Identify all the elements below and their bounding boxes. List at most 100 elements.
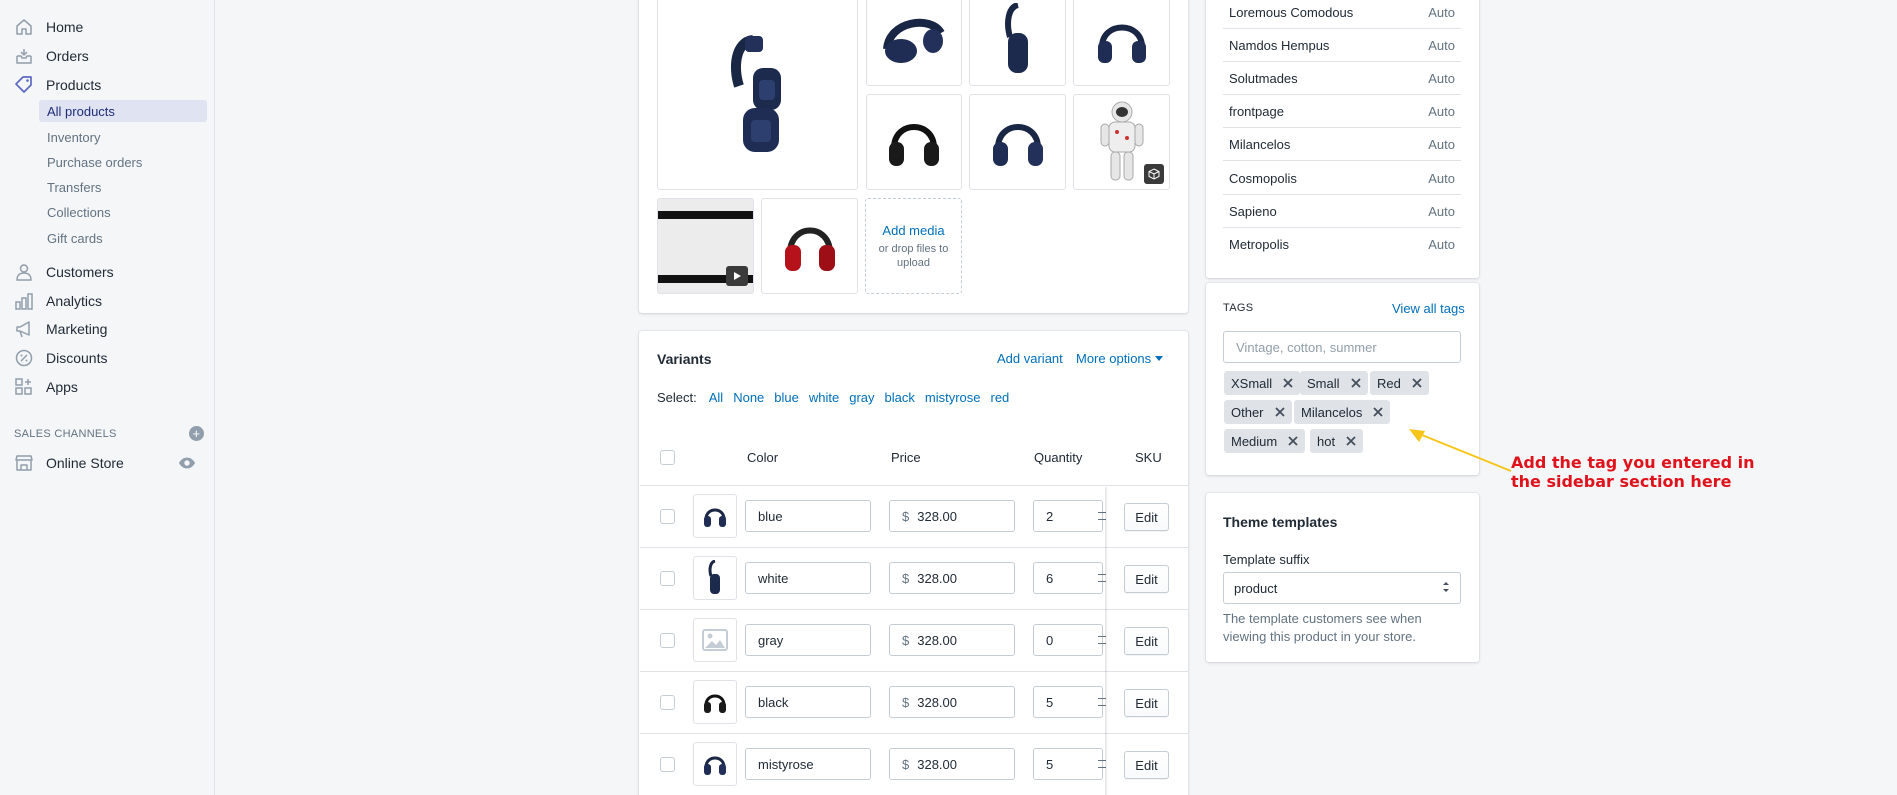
sub-inventory[interactable]: Inventory bbox=[39, 126, 207, 148]
variant-price-field[interactable]: $328.00 bbox=[889, 624, 1015, 656]
variant-quantity-field[interactable]: 5 bbox=[1033, 748, 1103, 780]
variant-quantity-field[interactable]: 0 bbox=[1033, 624, 1103, 656]
variant-price-field[interactable]: $328.00 bbox=[889, 562, 1015, 594]
variant-quantity-value: 5 bbox=[1046, 756, 1054, 772]
row-checkbox[interactable] bbox=[660, 633, 675, 648]
variant-edit-button[interactable]: Edit bbox=[1124, 627, 1169, 655]
variant-price-field[interactable]: $328.00 bbox=[889, 500, 1015, 532]
variant-quantity-field[interactable]: 2 bbox=[1033, 500, 1103, 532]
add-media-link[interactable]: Add media bbox=[882, 223, 944, 238]
variant-color-field[interactable]: white bbox=[745, 562, 871, 594]
variant-image[interactable] bbox=[693, 556, 737, 600]
media-thumb-4[interactable] bbox=[1073, 0, 1170, 86]
nav-apps[interactable]: Apps bbox=[0, 374, 215, 400]
variant-color-field[interactable]: gray bbox=[745, 624, 871, 656]
remove-tag-icon[interactable] bbox=[1280, 375, 1296, 391]
select-blue[interactable]: blue bbox=[774, 390, 799, 405]
nav-products-label: Products bbox=[46, 77, 102, 93]
variant-edit-button[interactable]: Edit bbox=[1124, 503, 1169, 531]
variant-image[interactable] bbox=[693, 742, 737, 786]
variant-quantity-field[interactable]: 5 bbox=[1033, 686, 1103, 718]
sub-purchase-orders[interactable]: Purchase orders bbox=[39, 151, 207, 173]
eye-icon[interactable] bbox=[178, 454, 196, 475]
add-variant-link[interactable]: Add variant bbox=[997, 351, 1063, 366]
media-thumb-3[interactable] bbox=[969, 0, 1066, 86]
select-all[interactable]: All bbox=[709, 390, 723, 405]
select-all-checkbox[interactable] bbox=[660, 450, 675, 465]
variant-color-value: black bbox=[758, 694, 789, 710]
astronaut-image bbox=[1100, 101, 1143, 181]
remove-tag-icon[interactable] bbox=[1343, 433, 1359, 449]
tag-chip: Medium bbox=[1224, 429, 1306, 453]
nav-home[interactable]: Home bbox=[0, 14, 215, 40]
select-black[interactable]: black bbox=[885, 390, 915, 405]
more-options-button[interactable]: More options bbox=[1076, 351, 1164, 366]
row-checkbox[interactable] bbox=[660, 757, 675, 772]
select-none[interactable]: None bbox=[733, 390, 764, 405]
select-red[interactable]: red bbox=[991, 390, 1010, 405]
collection-mode: Auto bbox=[1428, 203, 1455, 219]
variant-image[interactable] bbox=[693, 494, 737, 538]
sub-collections[interactable]: Collections bbox=[39, 201, 207, 223]
media-3d-model-astronaut[interactable] bbox=[1073, 94, 1170, 190]
sub-all-products[interactable]: All products bbox=[39, 100, 207, 122]
tag-chip: hot bbox=[1310, 429, 1364, 453]
currency-symbol: $ bbox=[902, 694, 910, 710]
tag-label: Medium bbox=[1231, 433, 1278, 449]
variant-price-field[interactable]: $328.00 bbox=[889, 686, 1015, 718]
column-color: Color bbox=[747, 450, 779, 465]
collection-mode: Auto bbox=[1428, 237, 1455, 252]
variant-color-field[interactable]: mistyrose bbox=[745, 748, 871, 780]
variant-edit-button[interactable]: Edit bbox=[1124, 565, 1169, 593]
nav-online-store[interactable]: Online Store bbox=[0, 450, 205, 476]
select-gray[interactable]: gray bbox=[849, 390, 874, 405]
remove-tag-icon[interactable] bbox=[1272, 404, 1288, 420]
media-thumb-2[interactable] bbox=[866, 0, 962, 86]
variant-edit-button[interactable]: Edit bbox=[1124, 751, 1169, 779]
variant-image-placeholder[interactable] bbox=[693, 618, 737, 662]
media-featured-headphones[interactable] bbox=[657, 0, 858, 190]
media-thumb-red[interactable] bbox=[761, 198, 858, 294]
remove-tag-icon[interactable] bbox=[1285, 433, 1301, 449]
sub-gift-cards[interactable]: Gift cards bbox=[39, 227, 207, 249]
variant-price-field[interactable]: $328.00 bbox=[889, 748, 1015, 780]
row-checkbox[interactable] bbox=[660, 571, 675, 586]
media-video[interactable] bbox=[657, 198, 754, 294]
add-channel-icon[interactable]: + bbox=[189, 426, 204, 441]
select-white[interactable]: white bbox=[809, 390, 839, 405]
remove-tag-icon[interactable] bbox=[1370, 404, 1386, 420]
nav-discounts[interactable]: Discounts bbox=[0, 345, 215, 371]
media-thumb-6[interactable] bbox=[969, 94, 1066, 190]
headphones-image bbox=[730, 35, 781, 152]
view-all-tags-link[interactable]: View all tags bbox=[1392, 301, 1465, 316]
nav-products[interactable]: Products bbox=[0, 72, 215, 98]
variant-image[interactable] bbox=[693, 680, 737, 724]
variant-quantity-field[interactable]: 6 bbox=[1033, 562, 1103, 594]
sub-transfers[interactable]: Transfers bbox=[39, 176, 207, 198]
nav-orders[interactable]: Orders bbox=[0, 43, 215, 69]
template-suffix-value: product bbox=[1234, 580, 1278, 596]
row-checkbox[interactable] bbox=[660, 695, 675, 710]
variant-quantity-value: 0 bbox=[1046, 632, 1054, 648]
remove-tag-icon[interactable] bbox=[1409, 375, 1425, 391]
annotation-arrow-icon bbox=[1409, 429, 1512, 472]
variant-edit-button[interactable]: Edit bbox=[1124, 689, 1169, 717]
remove-tag-icon[interactable] bbox=[1348, 375, 1364, 391]
variant-select-row: Select: All None blue white gray black m… bbox=[657, 390, 1009, 405]
variant-quantity-value: 6 bbox=[1046, 570, 1054, 586]
column-price: Price bbox=[891, 450, 921, 465]
tags-input[interactable]: Vintage, cotton, summer bbox=[1223, 331, 1461, 363]
nav-marketing[interactable]: Marketing bbox=[0, 316, 215, 342]
variant-color-field[interactable]: blue bbox=[745, 500, 871, 532]
play-icon bbox=[726, 266, 748, 286]
nav-customers[interactable]: Customers bbox=[0, 259, 215, 285]
template-suffix-select[interactable]: product bbox=[1223, 572, 1461, 604]
media-thumb-5[interactable] bbox=[866, 94, 962, 190]
add-media-dropzone[interactable]: Add media or drop files to upload bbox=[865, 198, 962, 294]
collection-name: Loremous Comodous bbox=[1229, 4, 1354, 20]
nav-analytics[interactable]: Analytics bbox=[0, 288, 215, 314]
apps-icon bbox=[14, 377, 34, 397]
variant-color-field[interactable]: black bbox=[745, 686, 871, 718]
row-checkbox[interactable] bbox=[660, 509, 675, 524]
select-mistyrose[interactable]: mistyrose bbox=[925, 390, 981, 405]
